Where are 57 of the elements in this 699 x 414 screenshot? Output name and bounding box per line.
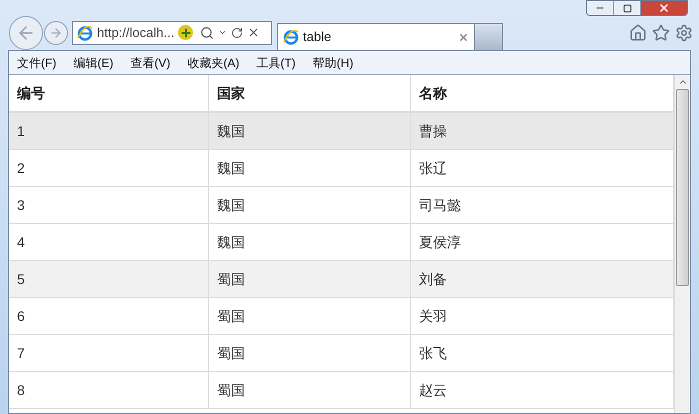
forward-button[interactable]	[44, 20, 68, 44]
home-icon[interactable]	[629, 24, 647, 42]
browser-logo-icon	[283, 29, 299, 45]
table-row[interactable]: 1 魏国 曹操	[9, 113, 674, 150]
table-row[interactable]: 2 魏国 张辽	[9, 150, 674, 187]
table-cell: 7	[9, 335, 210, 371]
table-cell: 魏国	[209, 187, 412, 223]
menu-item[interactable]: 编辑(E)	[73, 54, 114, 72]
browser-logo-icon	[77, 24, 93, 40]
back-button[interactable]	[9, 16, 43, 50]
table-row[interactable]: 8 蜀国 赵云	[9, 372, 674, 409]
column-header: 编号	[9, 75, 210, 111]
menu-item[interactable]: 收藏夹(A)	[187, 54, 240, 72]
close-button[interactable]	[641, 1, 687, 15]
table-cell: 蜀国	[209, 335, 412, 371]
table-cell: 8	[9, 372, 210, 408]
table-cell: 蜀国	[209, 261, 412, 297]
scrollbar[interactable]	[674, 75, 690, 413]
table-cell: 4	[9, 224, 210, 260]
table-row[interactable]: 6 蜀国 关羽	[9, 298, 674, 335]
table-cell: 6	[9, 298, 210, 334]
menu-item[interactable]: 帮助(H)	[312, 54, 354, 72]
settings-icon[interactable]	[675, 24, 693, 42]
table-cell: 魏国	[209, 150, 412, 186]
caret-icon[interactable]	[218, 28, 228, 37]
forward-arrow-icon	[49, 26, 63, 40]
new-tab-button[interactable]	[475, 23, 503, 50]
tab-title: table	[303, 28, 332, 46]
table-row[interactable]: 3 魏国 司马懿	[9, 187, 674, 224]
table-row[interactable]: 5 蜀国 刘备	[9, 261, 674, 298]
stop-icon[interactable]	[247, 26, 260, 39]
table-row[interactable]: 4 魏国 夏侯淳	[9, 224, 674, 261]
browser-tab[interactable]: table	[277, 23, 475, 50]
close-icon	[658, 2, 670, 14]
table-cell: 2	[9, 150, 210, 186]
table-cell: 3	[9, 187, 210, 223]
table-cell: 1	[9, 113, 210, 149]
column-header: 国家	[209, 75, 412, 111]
maximize-button[interactable]	[614, 1, 641, 15]
maximize-icon	[622, 4, 632, 12]
search-icon[interactable]	[200, 26, 214, 40]
close-tab-icon[interactable]	[458, 32, 469, 42]
address-bar[interactable]: http://localh...	[72, 20, 272, 44]
refresh-icon[interactable]	[231, 26, 244, 38]
menu-item[interactable]: 查看(V)	[130, 54, 170, 72]
table-cell: 魏国	[209, 113, 412, 149]
scrollbar-thumb[interactable]	[676, 89, 690, 286]
table-cell: 蜀国	[209, 372, 412, 408]
address-text: http://localh...	[97, 24, 174, 42]
table-cell: 魏国	[209, 224, 412, 260]
menu-item[interactable]: 文件(F)	[17, 54, 56, 72]
favorites-icon[interactable]	[652, 24, 670, 42]
add-icon[interactable]	[178, 25, 194, 40]
table-row[interactable]: 7 蜀国 张飞	[9, 335, 674, 372]
table-cell: 5	[9, 261, 210, 297]
table-cell: 蜀国	[209, 298, 412, 334]
menu-item[interactable]: 工具(T)	[256, 54, 296, 72]
